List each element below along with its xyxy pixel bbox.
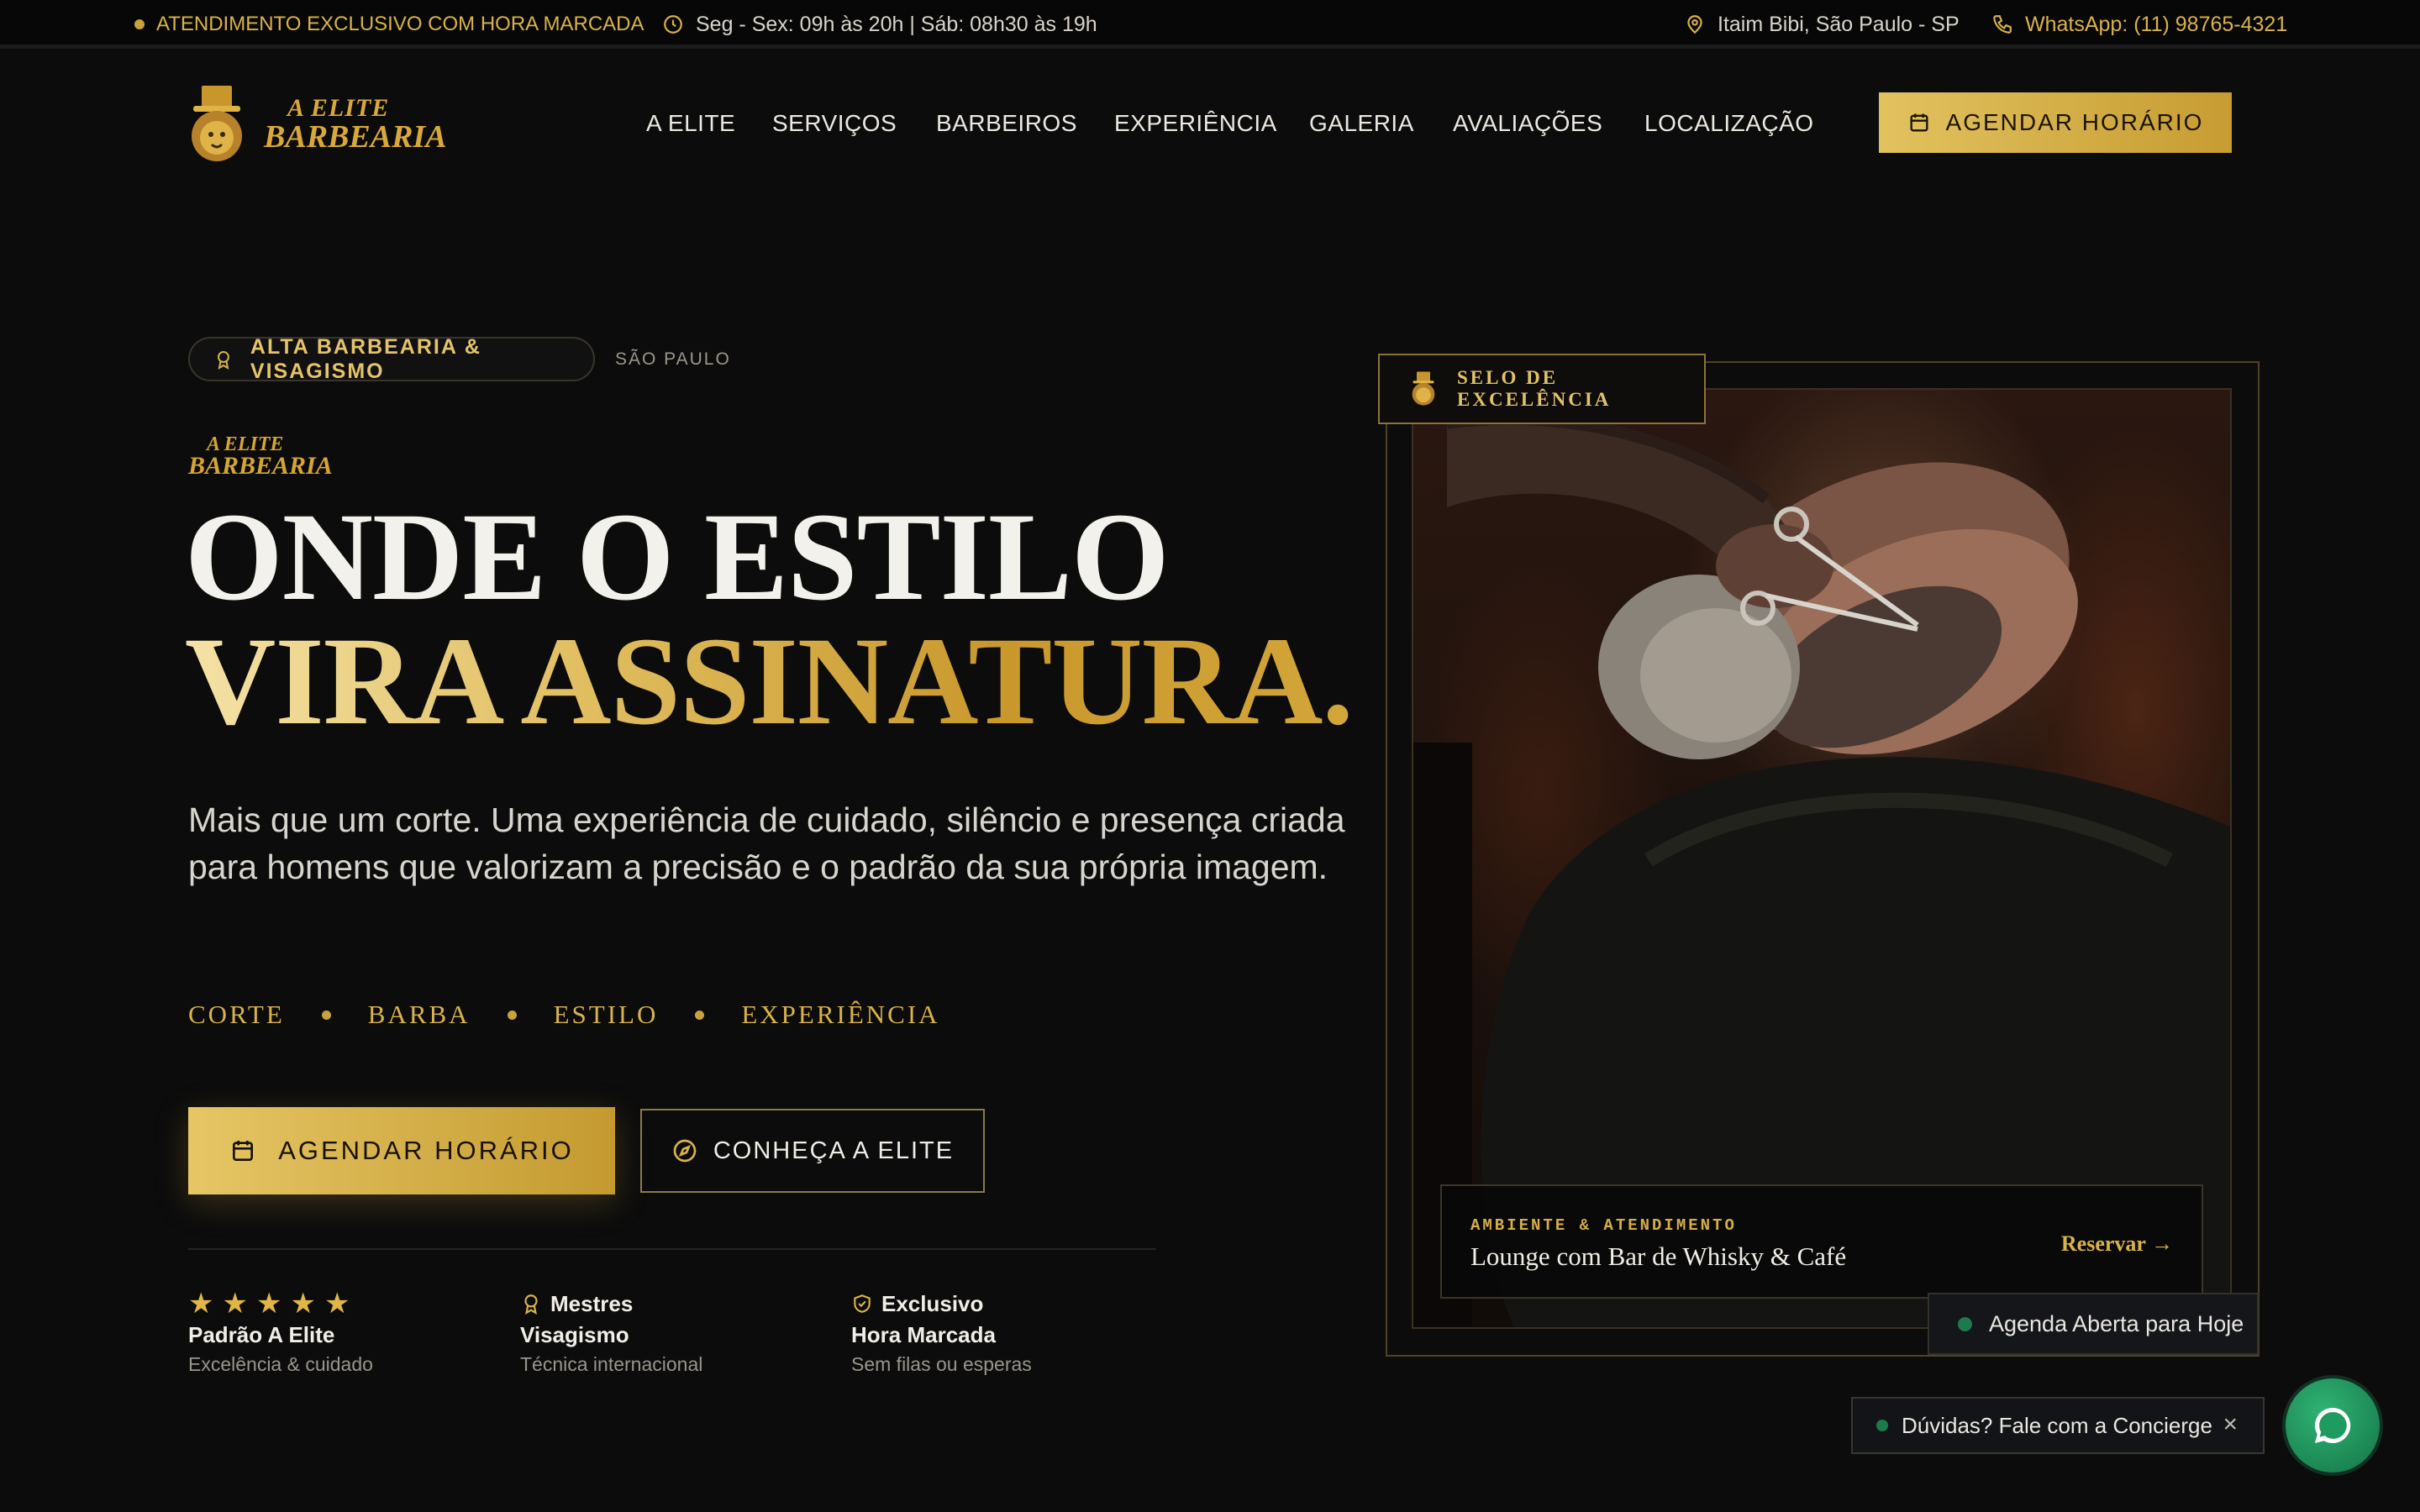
stat-standard: ★ ★ ★ ★ ★ Padrão A Elite Excelência & cu…	[188, 1287, 373, 1376]
opening-hours: Seg - Sex: 09h às 20h | Sáb: 08h30 às 19…	[662, 0, 1097, 49]
hero-book-button[interactable]: AGENDAR HORÁRIO	[188, 1107, 615, 1194]
nav-item-avaliacoes[interactable]: AVALIAÇÕES	[1453, 110, 1602, 137]
lounge-card: AMBIENTE & ATENDIMENTO Lounge com Bar de…	[1440, 1184, 2203, 1299]
status-dot	[1958, 1316, 1972, 1331]
nav-item-a-elite[interactable]: A ELITE	[646, 110, 735, 137]
hero-title-line1: ONDE O ESTILO	[185, 487, 1170, 627]
excellence-seal: SELO DE EXCELÊNCIA	[1378, 354, 1706, 424]
whatsapp-link[interactable]: WhatsApp: (11) 98765-4321	[1991, 0, 2287, 49]
stat-title: Hora Marcada	[851, 1322, 996, 1347]
star-icon: ★	[222, 1288, 248, 1320]
whatsapp-chat-button[interactable]	[2286, 1378, 2380, 1473]
award-icon	[217, 350, 229, 370]
star-icon: ★	[255, 1288, 282, 1320]
hero-lead: Mais que um corte. Uma experiência de cu…	[188, 801, 1345, 886]
stat-exclusive: Exclusivo Hora Marcada Sem filas ou espe…	[851, 1287, 1032, 1376]
lounge-title: Lounge com Bar de Whisky & Café	[1470, 1242, 1847, 1271]
concierge-text: Dúvidas? Fale com a Concierge	[1902, 1412, 2212, 1438]
hero-book-label: AGENDAR HORÁRIO	[278, 1136, 574, 1165]
stat-subtitle: Sem filas ou esperas	[851, 1353, 1032, 1375]
agenda-status-badge: Agenda Aberta para Hoje	[1928, 1293, 2259, 1355]
brand-logo[interactable]: A ELITE BARBEARIA	[187, 84, 447, 165]
discover-button[interactable]: CONHEÇA A ELITE	[640, 1109, 985, 1193]
hours-text: Seg - Sex: 09h às 20h | Sáb: 08h30 às 19…	[696, 12, 1097, 36]
tag-corte: CORTE	[188, 1000, 285, 1029]
tag-barba: BARBA	[367, 1000, 471, 1029]
stat-head-label: Exclusivo	[881, 1290, 984, 1316]
agenda-status-text: Agenda Aberta para Hoje	[1989, 1310, 2244, 1336]
logo-line2: BARBEARIA	[264, 119, 447, 155]
seal-label: SELO DE EXCELÊNCIA	[1457, 367, 1612, 410]
tag-separator	[321, 1010, 331, 1020]
rating-stars: ★ ★ ★ ★ ★	[188, 1287, 373, 1320]
reserve-link[interactable]: Reservar →	[2061, 1231, 2173, 1257]
header-book-label: AGENDAR HORÁRIO	[1945, 109, 2204, 135]
mini-logo-line2: BARBEARIA	[188, 451, 333, 480]
stat-head: Mestres	[520, 1287, 702, 1320]
nav-item-galeria[interactable]: GALERIA	[1309, 110, 1414, 137]
shield-check-icon	[854, 1294, 871, 1313]
specialty-pill: ALTA BARBEARIA & VISAGISMO	[188, 334, 595, 383]
whatsapp-text: WhatsApp: (11) 98765-4321	[2025, 12, 2288, 36]
location-info[interactable]: Itaim Bibi, São Paulo - SP	[1684, 0, 1960, 49]
stat-title: Visagismo	[520, 1322, 629, 1347]
lounge-kicker: AMBIENTE & ATENDIMENTO	[1470, 1216, 1737, 1235]
service-tags: CORTE BARBA ESTILO EXPERIÊNCIA	[188, 1000, 940, 1030]
stat-head: Exclusivo	[851, 1287, 1032, 1320]
stat-subtitle: Excelência & cuidado	[188, 1353, 373, 1375]
stat-title: Padrão A Elite	[188, 1322, 335, 1347]
discover-label: CONHEÇA A ELITE	[713, 1137, 955, 1164]
nav-item-localizacao[interactable]: LOCALIZAÇÃO	[1644, 110, 1814, 137]
phone-icon	[1993, 15, 2012, 34]
star-icon: ★	[324, 1288, 350, 1320]
nav-item-servicos[interactable]: SERVIÇOS	[772, 110, 897, 137]
tag-separator	[695, 1010, 705, 1020]
exclusive-notice: ATENDIMENTO EXCLUSIVO COM HORA MARCADA	[134, 0, 644, 49]
chat-icon	[2314, 1407, 2351, 1443]
hero-mini-logo: A ELITE BARBEARIA	[188, 434, 333, 480]
close-icon[interactable]: ×	[2223, 1410, 2238, 1439]
hero-divider	[188, 1248, 1156, 1250]
tag-separator	[507, 1010, 517, 1020]
location-text: Itaim Bibi, São Paulo - SP	[1718, 12, 1960, 36]
nav-item-barbeiros[interactable]: BARBEIROS	[936, 110, 1077, 137]
star-icon: ★	[188, 1288, 214, 1320]
logo-line1: A ELITE	[287, 94, 390, 122]
hero-title-line2: VIRA ASSINATURA.	[185, 612, 1354, 751]
nav-item-experiencia[interactable]: EXPERIÊNCIA	[1114, 110, 1277, 137]
tag-estilo: ESTILO	[553, 1000, 659, 1029]
compass-icon	[673, 1139, 697, 1163]
header-book-button[interactable]: AGENDAR HORÁRIO	[1879, 92, 2232, 153]
exclusive-text: ATENDIMENTO EXCLUSIVO COM HORA MARCADA	[156, 13, 644, 35]
stat-subtitle: Técnica internacional	[520, 1353, 703, 1375]
map-pin-icon	[1687, 15, 1702, 34]
lion-top-hat-icon	[1412, 371, 1435, 406]
city-label: SÃO PAULO	[615, 349, 731, 369]
logo-wordmark: A ELITE BARBEARIA	[264, 94, 447, 155]
stat-head-label: Mestres	[550, 1290, 634, 1316]
stat-masters: Mestres Visagismo Técnica internacional	[520, 1287, 702, 1376]
clock-icon	[664, 15, 682, 34]
status-dot	[1876, 1420, 1888, 1431]
star-icon: ★	[290, 1288, 316, 1320]
calendar-icon	[233, 1141, 254, 1161]
tag-experiencia: EXPERIÊNCIA	[741, 1000, 940, 1029]
award-icon	[524, 1294, 538, 1315]
lion-top-hat-icon	[192, 86, 242, 161]
top-info-bar: ATENDIMENTO EXCLUSIVO COM HORA MARCADA S…	[0, 0, 2420, 49]
notice-dot	[134, 19, 145, 29]
specialty-text: ALTA BARBEARIA & VISAGISMO	[250, 334, 481, 383]
concierge-prompt[interactable]: Dúvidas? Fale com a Concierge ×	[1851, 1397, 2265, 1454]
calendar-icon	[1910, 113, 1928, 132]
